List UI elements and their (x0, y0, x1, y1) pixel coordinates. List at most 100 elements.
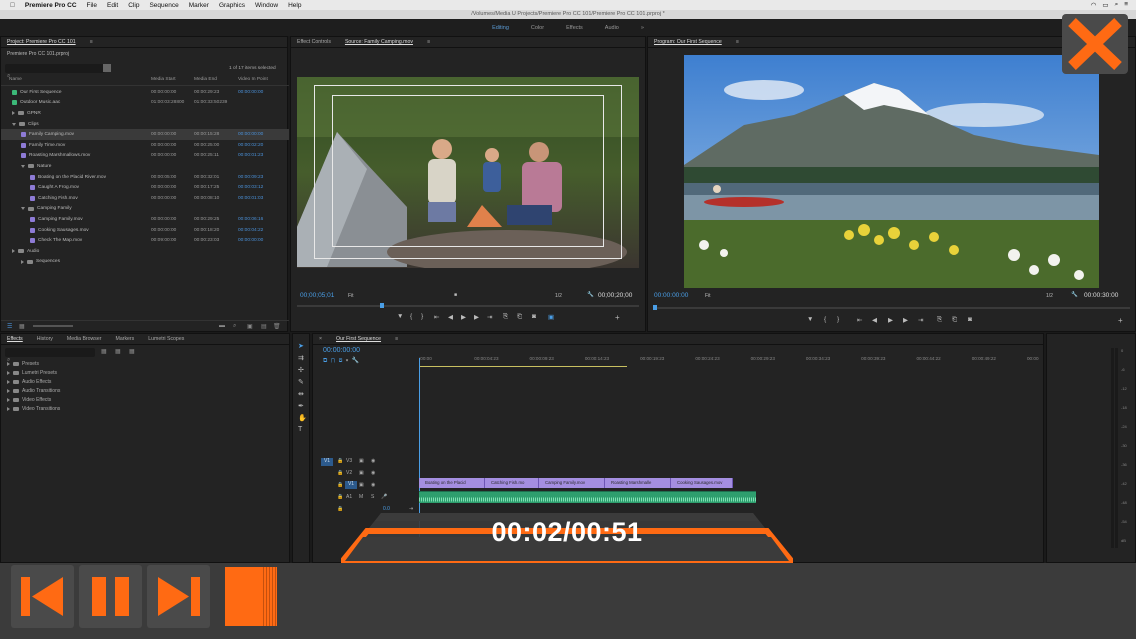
tab-program[interactable]: Program: Our First Sequence (654, 39, 722, 45)
accelerated-effects-icon[interactable]: ▦ (101, 348, 107, 355)
project-row[interactable]: Cooking Sausages.mov 00:00:00:00 00:00:18:… (1, 225, 289, 236)
new-bin-icon[interactable] (103, 64, 111, 72)
menu-window[interactable]: Window (255, 2, 278, 9)
close-icon[interactable]: × (319, 336, 322, 342)
disclosure-triangle-icon[interactable] (12, 249, 15, 254)
trash-icon[interactable]: 🗑 (273, 323, 281, 330)
clip-color-label-icon[interactable] (30, 238, 35, 244)
step-back-icon[interactable]: ◀ (448, 313, 453, 321)
effects-folder[interactable]: Audio Transitions (7, 388, 60, 394)
project-row[interactable]: Clips (1, 119, 289, 130)
eye-icon[interactable]: ◉ (371, 470, 375, 476)
track-select-tool-icon[interactable]: ⇉ (298, 354, 304, 362)
disclosure-triangle-icon[interactable] (7, 407, 10, 411)
workspace-editing[interactable]: Editing (492, 25, 509, 31)
effects-search-input[interactable]: ⌕ (5, 348, 95, 363)
disclosure-triangle-icon[interactable] (21, 259, 24, 264)
clip-color-label-icon[interactable] (21, 132, 26, 138)
menu-clip[interactable]: Clip (128, 2, 139, 9)
program-timebar[interactable] (654, 307, 1130, 309)
source-fit-select[interactable]: Fit (348, 293, 354, 299)
sync-lock-icon[interactable]: ▣ (359, 458, 364, 464)
lock-icon[interactable]: 🔒 (337, 506, 343, 512)
go-to-end-icon[interactable]: ⇥ (409, 506, 413, 512)
workspace-effects[interactable]: Effects (566, 25, 583, 31)
play-icon[interactable]: ▶ (888, 316, 893, 324)
mark-out-bracket-icon[interactable]: } (421, 313, 423, 320)
tab-media-browser[interactable]: Media Browser (67, 336, 102, 342)
apple-icon[interactable]:  (10, 2, 15, 9)
nest-icon[interactable]: ⧉ (323, 358, 327, 364)
tab-source[interactable]: Source: Family Camping.mov (345, 39, 413, 45)
project-row[interactable]: Check The Map.mov 00:09:00:00 00:00:23:03 0… (1, 235, 289, 246)
progress-track[interactable] (223, 565, 1121, 628)
mic-icon[interactable]: 🎤 (381, 494, 387, 500)
disclosure-triangle-icon[interactable] (7, 389, 10, 393)
eye-icon[interactable]: ◉ (371, 458, 375, 464)
linked-selection-icon[interactable]: ⧈ (339, 358, 343, 364)
type-tool-icon[interactable]: T (298, 426, 302, 433)
time-ruler[interactable]: :00:00 00:00:04:23 00:00:09:23 00:00:14:23 0… (419, 334, 1039, 364)
selection-tool-icon[interactable]: ➤ (298, 342, 304, 350)
new-bin-button-icon[interactable]: ▬ (219, 323, 225, 329)
clip-color-label-icon[interactable] (30, 216, 35, 222)
clip-color-label-icon[interactable] (30, 227, 35, 233)
settings-wrench-icon[interactable]: 🔧 (352, 358, 359, 364)
new-item-menu-icon[interactable]: ▤ (261, 323, 267, 330)
program-resolution[interactable]: 1/2 (1046, 293, 1053, 299)
work-area-bar[interactable] (419, 366, 627, 367)
track-label-a1[interactable]: A1 (346, 494, 352, 500)
source-timecode[interactable]: 00;00;05;01 (300, 292, 334, 299)
add-marker-icon[interactable]: ▼ (807, 316, 813, 323)
solo-icon[interactable]: S (371, 494, 374, 500)
track-label-v2[interactable]: V2 (346, 470, 352, 476)
project-row[interactable]: Boating on the Placid River.mov 00:00:05:… (1, 172, 289, 183)
disclosure-triangle-icon[interactable] (7, 371, 10, 375)
find-icon[interactable]: ⌕ (233, 323, 236, 330)
menu-help[interactable]: Help (288, 2, 301, 9)
insert-icon[interactable]: ⎘ (503, 313, 508, 321)
video-clip[interactable]: Boating on the Placid (419, 478, 485, 488)
master-level[interactable]: 0.0 (383, 506, 390, 512)
mark-in-bracket-icon[interactable]: { (410, 313, 412, 320)
project-row[interactable]: Audio (1, 246, 289, 257)
tab-lumetri-scopes[interactable]: Lumetri Scopes (148, 336, 184, 342)
project-row[interactable]: Caught A Frog.mov 00:00:00:00 00:00:17:25 0… (1, 182, 289, 193)
spotlight-icon[interactable]: ⌕ (1115, 1, 1119, 9)
app-name[interactable]: Premiere Pro CC (25, 2, 77, 9)
track-label-v3[interactable]: V3 (346, 458, 352, 464)
go-to-in-icon[interactable]: ⇤ (434, 313, 439, 321)
export-frame-icon[interactable]: ◙ (532, 313, 536, 320)
lock-icon[interactable]: 🔒 (337, 494, 343, 500)
lift-icon[interactable]: ⎘ (937, 316, 942, 324)
clip-color-label-icon[interactable] (21, 142, 26, 148)
timeline-scrollbar[interactable] (1033, 364, 1038, 554)
battery-icon[interactable]: ▭ (1102, 1, 1108, 9)
workspace-color[interactable]: Color (531, 25, 544, 31)
go-to-out-icon[interactable]: ⇥ (487, 313, 492, 321)
program-fit-select[interactable]: Fit (705, 293, 711, 299)
pause-button[interactable] (79, 565, 142, 628)
add-button-icon[interactable]: + (1118, 316, 1123, 325)
wrench-icon[interactable]: 🔧 (1071, 292, 1078, 298)
menu-marker[interactable]: Marker (189, 2, 209, 9)
project-row[interactable]: Outdoor Music.aac 01:00:03:28800 01:00:33:… (1, 98, 289, 109)
list-view-icon[interactable]: ☰ (7, 323, 12, 330)
clip-color-label-icon[interactable] (30, 174, 35, 180)
mark-in-icon[interactable]: ▼ (397, 313, 403, 320)
video-clip[interactable]: Roasting Marshmalle (605, 478, 671, 488)
tab-effects[interactable]: Effects (7, 336, 23, 342)
project-row[interactable]: Camping Family (1, 204, 289, 215)
tab-project[interactable]: Project: Premiere Pro CC 101 (7, 39, 76, 45)
ripple-edit-tool-icon[interactable]: ✢ (298, 366, 304, 374)
project-row[interactable]: Our First Sequence 00:00:00:00 00:00:29:23… (1, 87, 289, 98)
video-clip[interactable]: Catching Fish.mo (485, 478, 539, 488)
razor-tool-icon[interactable]: ✎ (298, 378, 304, 386)
tab-effect-controls[interactable]: Effect Controls (297, 39, 331, 45)
disclosure-triangle-icon[interactable] (21, 207, 25, 211)
source-resolution[interactable]: 1/2 (555, 293, 562, 299)
video-clip[interactable]: Camping Family.mov (539, 478, 605, 488)
add-marker-icon[interactable]: ▾ (346, 358, 349, 364)
effects-folder[interactable]: Video Transitions (7, 406, 60, 412)
disclosure-triangle-icon[interactable] (7, 362, 10, 366)
